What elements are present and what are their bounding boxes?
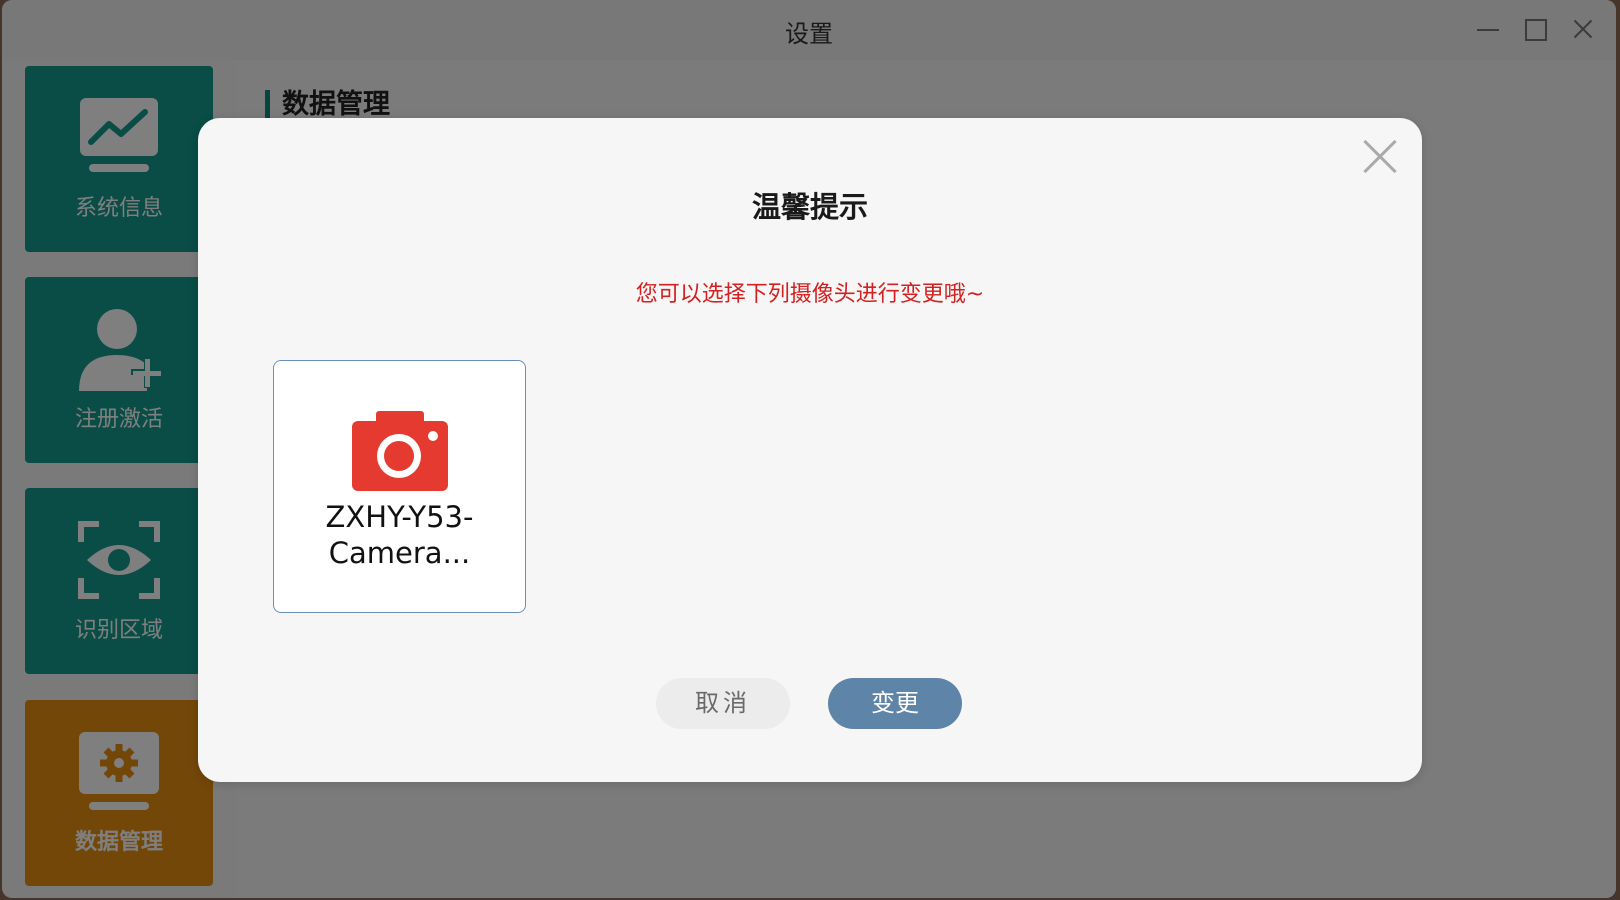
camera-change-dialog: 温馨提示 您可以选择下列摄像头进行变更哦~ ZXHY-Y53- Camera..… <box>198 118 1422 782</box>
camera-icon <box>352 411 448 491</box>
dialog-title: 温馨提示 <box>751 190 868 224</box>
camera-name: ZXHY-Y53- Camera... <box>294 499 505 571</box>
dialog-message: 您可以选择下列摄像头进行变更哦~ <box>635 282 985 307</box>
change-button[interactable]: 变更 <box>828 678 962 729</box>
camera-name-line2: Camera... <box>328 536 471 570</box>
camera-name-line1: ZXHY-Y53- <box>325 500 474 534</box>
camera-option[interactable]: ZXHY-Y53- Camera... <box>273 360 526 613</box>
cancel-button[interactable]: 取消 <box>656 678 790 729</box>
close-icon[interactable] <box>1362 138 1398 174</box>
